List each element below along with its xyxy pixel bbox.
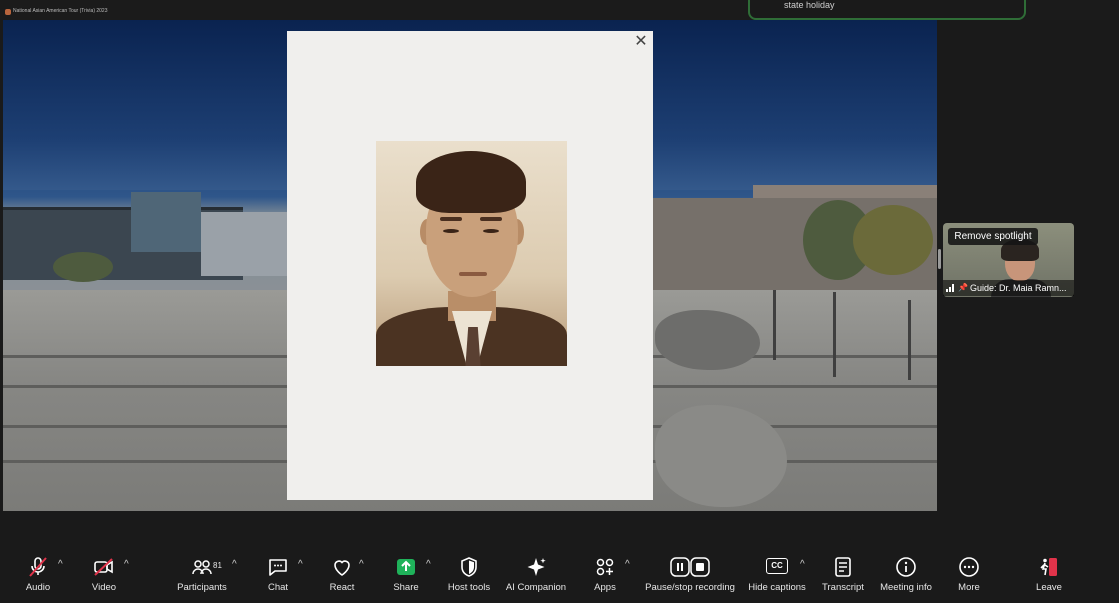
closed-captions-icon: CC: [766, 558, 788, 574]
app-icon: [5, 9, 11, 15]
share-options-caret[interactable]: ^: [426, 559, 431, 570]
portrait-photo: [376, 141, 567, 366]
react-options-caret[interactable]: ^: [359, 559, 364, 570]
chat-label: Chat: [267, 582, 289, 593]
apps-button[interactable]: Apps: [590, 555, 620, 599]
host-tools-label: Host tools: [447, 582, 491, 593]
camera-off-icon: [94, 558, 113, 576]
meeting-info-label: Meeting info: [880, 582, 932, 593]
apps-options-caret[interactable]: ^: [625, 559, 630, 570]
video-button[interactable]: Video: [86, 555, 122, 599]
pin-icon: 📌: [958, 283, 968, 292]
signal-strength-icon: [946, 284, 955, 292]
photo-brow: [480, 217, 502, 221]
react-label: React: [329, 582, 355, 593]
hide-captions-button[interactable]: CC Hide captions: [747, 555, 807, 599]
sparkle-icon: [527, 558, 546, 576]
image-lightbox: ✕: [287, 31, 653, 500]
audio-options-caret[interactable]: ^: [58, 559, 63, 570]
photo-hair: [416, 151, 526, 213]
meeting-toolbar: Audio ^ Video ^ Participants 81 ^ Chat ^…: [0, 541, 1119, 603]
apps-label: Apps: [594, 582, 616, 593]
transcript-icon: [835, 557, 851, 577]
react-button[interactable]: React: [326, 555, 358, 599]
transcript-button[interactable]: Transcript: [820, 555, 866, 599]
host-tools-button[interactable]: Host tools: [446, 555, 492, 599]
more-button[interactable]: More: [955, 555, 983, 599]
photo-mouth: [459, 272, 487, 276]
video-options-caret[interactable]: ^: [124, 559, 129, 570]
ai-companion-label: AI Companion: [505, 582, 567, 593]
close-icon[interactable]: ✕: [633, 34, 649, 50]
remove-spotlight-button[interactable]: Remove spotlight: [948, 228, 1038, 245]
photo-eye: [483, 229, 499, 233]
recording-label: Pause/stop recording: [645, 582, 735, 593]
microphone-muted-icon: [29, 557, 47, 577]
audio-label: Audio: [25, 582, 51, 593]
participant-name: Guide: Dr. Maia Ramn...: [970, 283, 1067, 293]
photo-eye: [443, 229, 459, 233]
pause-stop-icon: [670, 557, 710, 577]
share-button[interactable]: Share: [390, 555, 422, 599]
share-screen-icon: [397, 559, 415, 575]
share-label: Share: [393, 582, 419, 593]
video-label: Video: [91, 582, 117, 593]
leave-label: Leave: [1036, 582, 1062, 593]
participants-label: Participants: [177, 582, 227, 593]
audio-button[interactable]: Audio: [20, 555, 56, 599]
captions-label: Hide captions: [748, 582, 806, 593]
notification-text: state holiday: [784, 0, 835, 10]
chat-button[interactable]: Chat: [264, 555, 292, 599]
more-icon: [959, 557, 979, 577]
leave-door-icon: [1040, 558, 1057, 576]
participants-count: 81: [213, 561, 222, 570]
scene-post: [908, 300, 911, 380]
heart-icon: [334, 560, 350, 576]
transcript-label: Transcript: [822, 582, 864, 593]
scene-building: [131, 192, 201, 252]
gallery-drag-handle[interactable]: [938, 249, 941, 269]
participants-icon: [192, 560, 212, 575]
apps-icon: [596, 558, 614, 576]
leave-button[interactable]: Leave: [1034, 555, 1064, 599]
scene-tree: [853, 205, 933, 275]
scene-building: [201, 212, 291, 276]
captions-options-caret[interactable]: ^: [800, 559, 805, 570]
scene-post: [773, 290, 776, 360]
ai-companion-button[interactable]: AI Companion: [505, 555, 567, 599]
participant-name-bar: 📌 Guide: Dr. Maia Ramn...: [943, 280, 1074, 296]
participants-options-caret[interactable]: ^: [232, 559, 237, 570]
more-label: More: [958, 582, 980, 593]
scene-post: [833, 292, 836, 377]
scene-tree: [53, 252, 113, 282]
window-title: National Asian American Tour (Trivia) 20…: [13, 8, 108, 14]
info-icon: [896, 557, 916, 577]
chat-icon: [269, 559, 287, 576]
chat-options-caret[interactable]: ^: [298, 559, 303, 570]
pause-stop-recording-button[interactable]: Pause/stop recording: [644, 555, 736, 599]
shield-icon: [461, 557, 477, 577]
photo-brow: [440, 217, 462, 221]
meeting-info-button[interactable]: Meeting info: [878, 555, 934, 599]
notification-toast[interactable]: state holiday: [748, 0, 1026, 20]
